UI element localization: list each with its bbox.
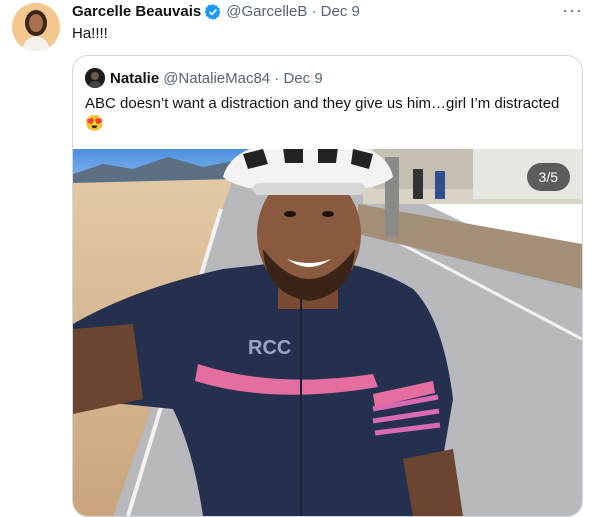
photo-counter: 3/5 — [526, 163, 570, 191]
quoted-photo[interactable]: RCC 3/5 — [73, 149, 582, 516]
tweet-header: Garcelle Beauvais @GarcelleB · Dec 9 — [72, 2, 360, 22]
quoted-author-name[interactable]: Natalie — [110, 70, 159, 87]
jersey-text: RCC — [248, 337, 291, 359]
author-name[interactable]: Garcelle Beauvais — [72, 2, 201, 22]
verified-badge-icon — [204, 3, 222, 21]
quoted-handle-date[interactable]: @NatalieMac84 · Dec 9 — [163, 70, 322, 87]
quoted-header: Natalie @NatalieMac84 · Dec 9 — [85, 68, 323, 88]
quoted-text-body: ABC doesn’t want a distraction and they … — [85, 95, 560, 112]
heart-eyes-emoji: 😍 — [85, 115, 104, 132]
quoted-tweet[interactable]: Natalie @NatalieMac84 · Dec 9 ABC doesn’… — [72, 55, 583, 517]
quoted-avatar[interactable] — [85, 68, 105, 88]
author-avatar[interactable] — [12, 3, 60, 51]
more-options-icon[interactable]: ··· — [562, 0, 583, 21]
quoted-text: ABC doesn’t want a distraction and they … — [85, 94, 575, 134]
tweet-text: Ha!!!! — [72, 25, 108, 42]
author-handle-date[interactable]: @GarcelleB · Dec 9 — [226, 2, 360, 22]
